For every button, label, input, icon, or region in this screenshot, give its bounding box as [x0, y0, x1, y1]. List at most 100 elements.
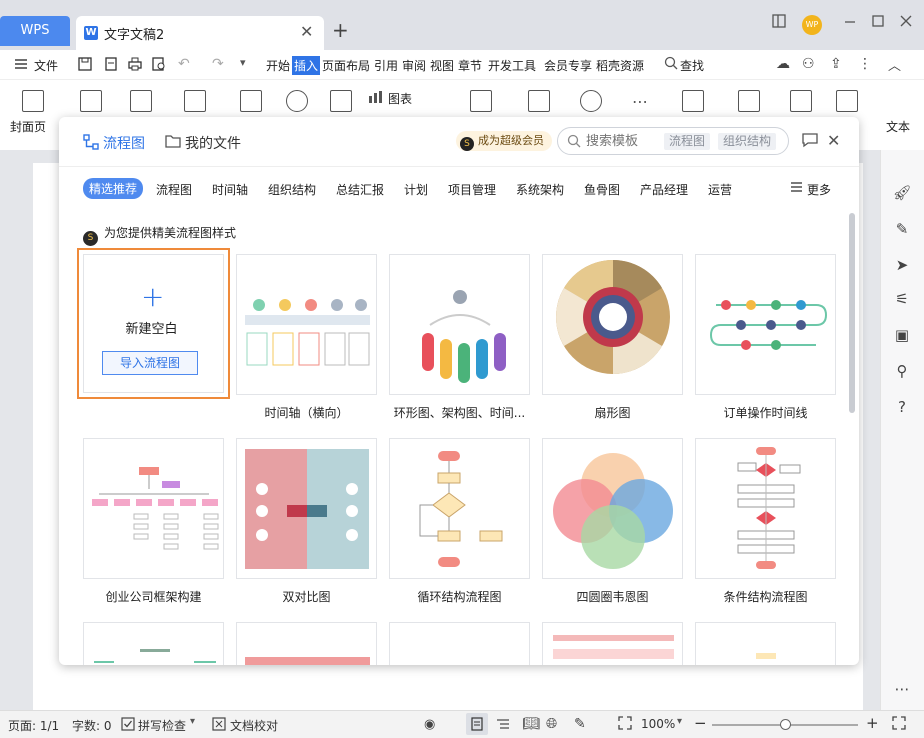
- window-close-icon[interactable]: [900, 14, 912, 32]
- new-tab-button[interactable]: +: [332, 18, 349, 42]
- wps-home-tab[interactable]: WPS: [0, 16, 70, 46]
- menu-reference[interactable]: 引用: [374, 57, 398, 74]
- dialog-scrollbar[interactable]: [849, 213, 855, 413]
- zoom-level[interactable]: 100%: [641, 717, 675, 731]
- chat-icon[interactable]: [801, 132, 819, 151]
- page-break-icon[interactable]: [130, 90, 152, 112]
- watermark-icon[interactable]: [836, 90, 858, 112]
- shape-icon[interactable]: [286, 90, 308, 112]
- reading-mode-icon[interactable]: 📖︎: [522, 716, 540, 732]
- screenshot-icon[interactable]: [528, 90, 550, 112]
- dialog-close-icon[interactable]: ✕: [827, 131, 840, 150]
- tab-flowchart[interactable]: 流程图: [103, 133, 145, 153]
- redo-icon[interactable]: ↷: [212, 56, 224, 72]
- header-footer-icon[interactable]: [738, 90, 760, 112]
- export-pdf-icon[interactable]: [104, 57, 118, 74]
- template-card-venn[interactable]: [542, 438, 683, 579]
- window-layout-icon[interactable]: [772, 14, 786, 32]
- fit-page-icon[interactable]: [618, 716, 632, 733]
- undo-icon[interactable]: ↶: [178, 56, 190, 72]
- menu-start[interactable]: 开始: [266, 57, 290, 74]
- template-caption[interactable]: 循环结构流程图: [389, 588, 530, 605]
- sidebar-more-icon[interactable]: ⋯: [891, 678, 913, 700]
- template-caption[interactable]: 创业公司框架构建: [83, 588, 224, 605]
- spellcheck-label[interactable]: 拼写检查: [138, 717, 186, 734]
- adjust-icon[interactable]: ⚟: [891, 288, 913, 310]
- spellcheck-icon[interactable]: [121, 717, 135, 734]
- new-blank-card[interactable]: + 新建空白 导入流程图: [77, 248, 230, 399]
- search-chip-org[interactable]: 组织结构: [718, 133, 777, 150]
- upload-icon[interactable]: ⇪: [830, 56, 842, 72]
- close-tab-icon[interactable]: ✕: [300, 22, 313, 41]
- category-featured[interactable]: 精选推荐: [83, 178, 144, 199]
- menu-docer[interactable]: 稻壳资源: [596, 57, 644, 74]
- more-options-icon[interactable]: ⋮: [858, 56, 872, 72]
- template-card-row3-2[interactable]: [236, 622, 377, 665]
- menu-insert[interactable]: 插入: [292, 56, 321, 75]
- cursor-icon[interactable]: ➤: [891, 254, 913, 276]
- template-caption[interactable]: 双对比图: [236, 588, 377, 605]
- help-icon[interactable]: ?: [891, 396, 913, 418]
- search-icon[interactable]: [664, 56, 678, 73]
- rocket-icon[interactable]: 🚀︎: [891, 182, 913, 204]
- template-card-startup-framework[interactable]: [83, 438, 224, 579]
- web-view-icon[interactable]: 🌐︎: [546, 716, 557, 732]
- eye-protection-icon[interactable]: ◉: [424, 717, 435, 732]
- category-product-mgr[interactable]: 产品经理: [640, 181, 688, 198]
- cover-page-label[interactable]: 封面页: [10, 118, 46, 135]
- menu-review[interactable]: 审阅: [402, 57, 426, 74]
- maximize-icon[interactable]: [872, 14, 884, 32]
- template-card-row3-4[interactable]: [542, 622, 683, 665]
- template-card-fan[interactable]: [542, 254, 683, 395]
- category-more[interactable]: 更多: [807, 181, 831, 198]
- pen-icon[interactable]: ✎: [891, 218, 913, 240]
- template-search-box[interactable]: 流程图 组织结构: [557, 127, 789, 155]
- comment-icon[interactable]: [682, 90, 704, 112]
- document-tab[interactable]: W 文字文稿2 ✕: [76, 16, 324, 50]
- template-caption[interactable]: 条件结构流程图: [695, 588, 836, 605]
- category-system-arch[interactable]: 系统架构: [516, 181, 564, 198]
- menu-file[interactable]: 文件: [34, 57, 58, 74]
- zoom-slider-handle[interactable]: [780, 719, 791, 730]
- more-menu-icon[interactable]: [790, 181, 803, 196]
- template-card-dual-compare[interactable]: [236, 438, 377, 579]
- save-icon[interactable]: [78, 57, 92, 74]
- category-summary[interactable]: 总结汇报: [336, 181, 384, 198]
- more-insert-icon[interactable]: ⋯: [632, 92, 648, 111]
- cloud-icon[interactable]: ☁: [776, 56, 790, 72]
- template-card-loop-flow[interactable]: [389, 438, 530, 579]
- picture-icon[interactable]: [240, 90, 262, 112]
- category-operation[interactable]: 运营: [708, 181, 732, 198]
- proofread-label[interactable]: 文档校对: [230, 717, 278, 734]
- category-plan[interactable]: 计划: [404, 181, 428, 198]
- menu-view[interactable]: 视图: [430, 57, 454, 74]
- blank-page-icon[interactable]: [80, 90, 102, 112]
- template-search-input[interactable]: [586, 132, 656, 150]
- write-mode-icon[interactable]: ✎: [574, 716, 586, 732]
- share-user-icon[interactable]: ⚇: [802, 56, 815, 72]
- pin-icon[interactable]: ⚲: [891, 360, 913, 382]
- template-card-condition-flow[interactable]: [695, 438, 836, 579]
- spellcheck-dropdown-icon[interactable]: ▾: [190, 716, 195, 727]
- mind-map-icon[interactable]: [580, 90, 602, 112]
- template-card-row3-3[interactable]: [389, 622, 530, 665]
- chart-bar-icon[interactable]: [368, 90, 384, 107]
- outline-view-icon[interactable]: [496, 717, 510, 734]
- smart-art-icon[interactable]: [470, 90, 492, 112]
- zoom-in-button[interactable]: +: [866, 714, 879, 732]
- cover-page-icon[interactable]: [22, 90, 44, 112]
- category-flowchart[interactable]: 流程图: [156, 181, 192, 198]
- page-indicator[interactable]: 页面: 1/1: [8, 717, 59, 734]
- template-caption[interactable]: 扇形图: [542, 404, 683, 421]
- quick-access-dropdown-icon[interactable]: ▾: [240, 56, 246, 69]
- user-avatar[interactable]: WP: [802, 15, 822, 35]
- search-chip-flowchart[interactable]: 流程图: [664, 133, 711, 150]
- template-card-ring-architecture[interactable]: [389, 254, 530, 395]
- word-count[interactable]: 字数: 0: [72, 717, 112, 734]
- table-icon[interactable]: [184, 90, 206, 112]
- page-number-icon[interactable]: [790, 90, 812, 112]
- template-card-row3-1[interactable]: [83, 622, 224, 665]
- chart-label[interactable]: 图表: [388, 90, 412, 107]
- proofread-icon[interactable]: [212, 717, 226, 734]
- category-timeline[interactable]: 时间轴: [212, 181, 248, 198]
